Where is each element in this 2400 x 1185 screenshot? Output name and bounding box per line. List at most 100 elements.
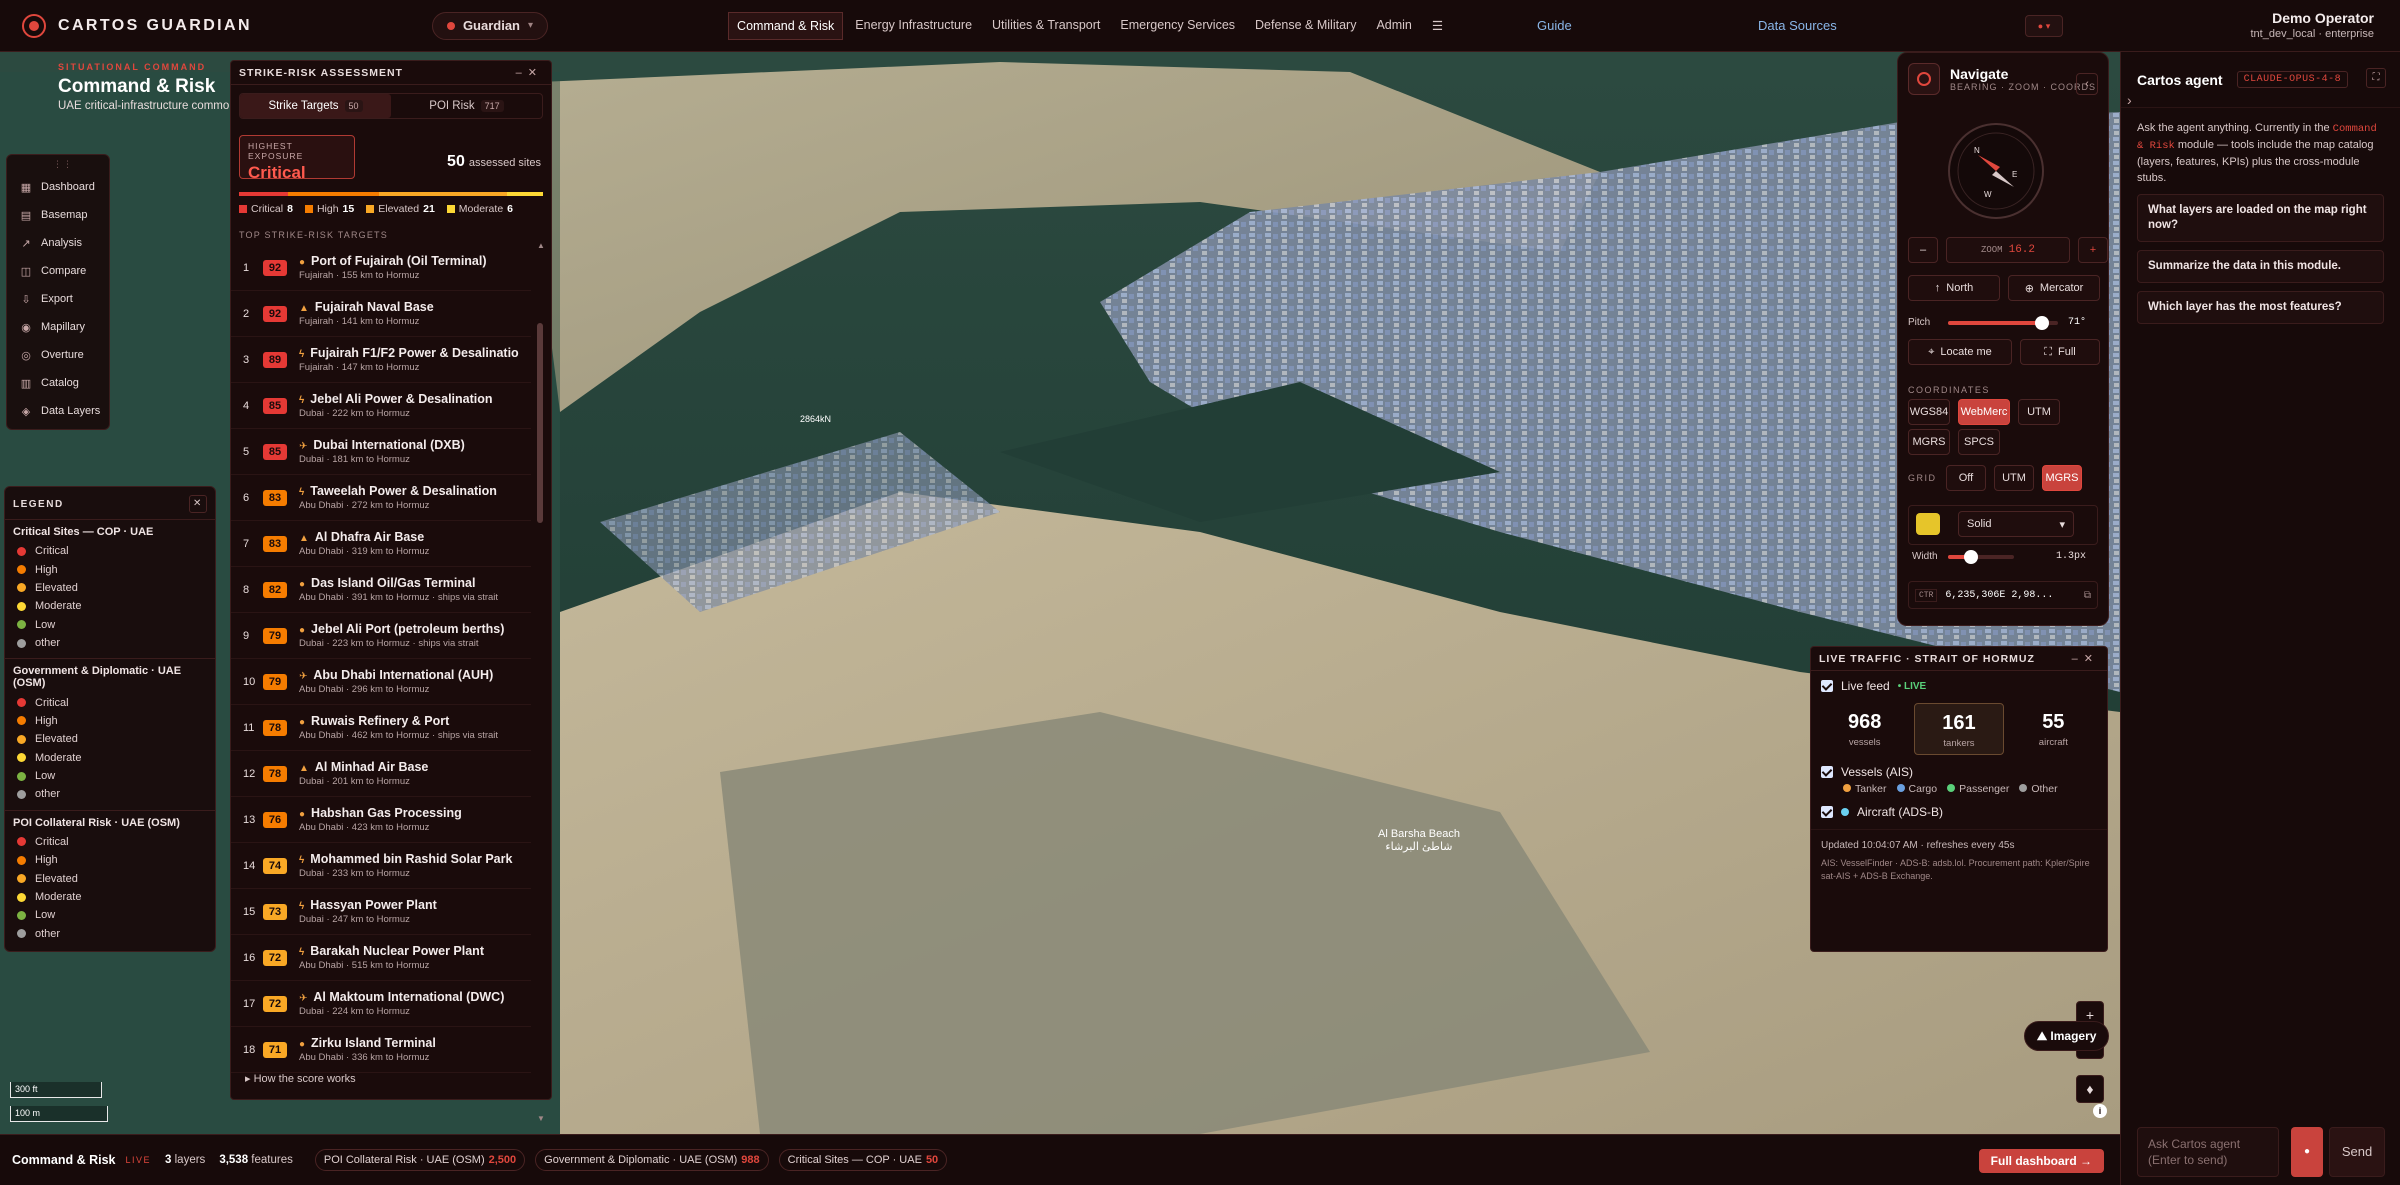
drag-handle-icon[interactable]: ⋮⋮ (53, 159, 73, 170)
full-dashboard-button[interactable]: Full dashboard → (1978, 1149, 2104, 1173)
expand-icon[interactable]: ⛶ (2366, 68, 2386, 88)
zoom-out-button[interactable]: – (1908, 237, 1938, 263)
nav-emergency[interactable]: Emergency Services (1112, 12, 1243, 40)
tool-data-layers[interactable]: ◈ Data Layers (7, 397, 109, 425)
traffic-stat[interactable]: 968 vessels (1821, 703, 1908, 755)
grid-option[interactable]: MGRS (2042, 465, 2082, 491)
target-row[interactable]: 18 71 ● Zirku Island Terminal Abu Dhabi · 33… (231, 1027, 531, 1073)
tab-poi-risk[interactable]: POI Risk 717 (391, 94, 542, 118)
coord-option[interactable]: WebMerc (1958, 399, 2010, 425)
info-icon[interactable]: i (2093, 1104, 2107, 1118)
tool-catalog[interactable]: ▥ Catalog (7, 369, 109, 397)
compass-rose[interactable]: N E W (1948, 123, 2044, 219)
imagery-button[interactable]: ⛰ Imagery (2024, 1021, 2110, 1051)
suggestion-layers[interactable]: What layers are loaded on the map right … (2137, 194, 2384, 242)
target-row[interactable]: 5 85 ✈ Dubai International (DXB) Dubai · 181… (231, 429, 531, 475)
grid-option[interactable]: Off (1946, 465, 1986, 491)
target-row[interactable]: 15 73 ϟ Hassyan Power Plant Dubai · 247 km t… (231, 889, 531, 935)
agent-model[interactable]: CLAUDE-OPUS-4-8 (2236, 71, 2349, 88)
guide-link[interactable]: Guide (1537, 18, 1572, 33)
target-row[interactable]: 1 92 ● Port of Fujairah (Oil Terminal) Fujai… (231, 245, 531, 291)
copy-icon[interactable]: ⧉ (2084, 590, 2091, 601)
scrollbar[interactable]: ▲ ▼ (537, 241, 545, 1123)
coord-option[interactable]: UTM (2018, 399, 2060, 425)
tool-analysis[interactable]: ↗ Analysis (7, 229, 109, 257)
target-row[interactable]: 4 85 ϟ Jebel Ali Power & Desalination Dubai … (231, 383, 531, 429)
mic-icon[interactable]: ● (2291, 1127, 2323, 1177)
close-icon[interactable]: ✕ (528, 67, 543, 79)
layer-chip[interactable]: POI Collateral Risk · UAE (OSM) 2,500 (314, 1149, 526, 1171)
zoom-in-button[interactable]: + (2078, 237, 2108, 263)
flag-selector[interactable]: ● ▾ (2025, 15, 2063, 37)
coord-option[interactable]: WGS84 (1908, 399, 1950, 425)
target-row[interactable]: 8 82 ● Das Island Oil/Gas Terminal Abu Dhabi… (231, 567, 531, 613)
coord-option[interactable]: SPCS (1958, 429, 2000, 455)
tool-compare[interactable]: ◫ Compare (7, 257, 109, 285)
tool-export[interactable]: ⇩ Export (7, 285, 109, 313)
scroll-down-icon[interactable]: ▼ (537, 1114, 545, 1123)
tool-mapillary[interactable]: ◉ Mapillary (7, 313, 109, 341)
nav-utilities[interactable]: Utilities & Transport (984, 12, 1108, 40)
close-icon[interactable]: ✕ (189, 495, 207, 513)
target-row[interactable]: 10 79 ✈ Abu Dhabi International (AUH) Abu Dh… (231, 659, 531, 705)
target-row[interactable]: 2 92 ▲ Fujairah Naval Base Fujairah · 141 km… (231, 291, 531, 337)
coord-option[interactable]: MGRS (1908, 429, 1950, 455)
how-score-works-link[interactable]: ▸ How the score works (245, 1072, 356, 1085)
tab-strike-targets[interactable]: Strike Targets 50 (240, 94, 391, 118)
traffic-stat[interactable]: 161 tankers (1914, 703, 2004, 755)
pitch-slider[interactable] (1948, 316, 2058, 330)
minimize-icon[interactable]: – (516, 67, 528, 79)
nav-admin[interactable]: Admin (1368, 12, 1419, 40)
nav-command-risk[interactable]: Command & Risk (728, 11, 844, 40)
scroll-up-icon[interactable]: ▲ (537, 241, 545, 250)
locate-me-button[interactable]: ⌖ Locate me (1908, 339, 2012, 365)
target-row[interactable]: 7 83 ▲ Al Dhafra Air Base Abu Dhabi · 319 km… (231, 521, 531, 567)
close-icon[interactable]: ✕ (2084, 653, 2099, 665)
target-row[interactable]: 17 72 ✈ Al Maktoum International (DWC) Dubai… (231, 981, 531, 1027)
layer-chip[interactable]: Government & Diplomatic · UAE (OSM) 988 (535, 1149, 769, 1171)
data-sources-link[interactable]: Data Sources (1758, 18, 1837, 33)
target-row[interactable]: 12 78 ▲ Al Minhad Air Base Dubai · 201 km to… (231, 751, 531, 797)
suggestion-summarize[interactable]: Summarize the data in this module. (2137, 250, 2384, 283)
vessels-toggle[interactable]: Vessels (AIS) (1811, 755, 2107, 779)
suggestion-most-features[interactable]: Which layer has the most features? (2137, 291, 2384, 324)
projection-button[interactable]: ⊕ Mercator (2008, 275, 2100, 301)
checkbox-checked-icon[interactable] (1821, 806, 1833, 818)
width-knob[interactable] (1964, 550, 1979, 564)
target-row[interactable]: 11 78 ● Ruwais Refinery & Port Abu Dhabi · 4… (231, 705, 531, 751)
target-row[interactable]: 6 83 ϟ Taweelah Power & Desalination Abu Dha… (231, 475, 531, 521)
fullscreen-button[interactable]: ⛶ Full (2020, 339, 2100, 365)
aircraft-toggle[interactable]: Aircraft (ADS-B) (1811, 795, 2107, 819)
target-row[interactable]: 14 74 ϟ Mohammed bin Rashid Solar Park Dubai… (231, 843, 531, 889)
line-style-select[interactable]: Solid ▾ (1958, 511, 2074, 537)
persona-selector[interactable]: Guardian ▾ (431, 11, 549, 40)
target-row[interactable]: 13 76 ● Habshan Gas Processing Abu Dhabi · 4… (231, 797, 531, 843)
agent-input[interactable]: Ask Cartos agent (Enter to send) (2137, 1127, 2279, 1177)
tool-dashboard[interactable]: ▦ Dashboard (7, 173, 109, 201)
live-feed-toggle[interactable]: Live feed • LIVE (1811, 671, 2107, 693)
send-button[interactable]: Send (2329, 1127, 2385, 1177)
target-row[interactable]: 3 89 ϟ Fujairah F1/F2 Power & Desalinatio Fu… (231, 337, 531, 383)
scrollbar-thumb[interactable] (537, 323, 543, 523)
grid-option[interactable]: UTM (1994, 465, 2034, 491)
checkbox-checked-icon[interactable] (1821, 766, 1833, 778)
north-button[interactable]: ↑ North (1908, 275, 2000, 301)
layer-chip[interactable]: Critical Sites — COP · UAE 50 (778, 1149, 948, 1171)
traffic-stat[interactable]: 55 aircraft (2010, 703, 2097, 755)
pitch-knob[interactable] (2034, 316, 2049, 330)
line-color-swatch[interactable] (1916, 513, 1940, 535)
nav-energy[interactable]: Energy Infrastructure (847, 12, 980, 40)
checkbox-checked-icon[interactable] (1821, 680, 1833, 692)
chevron-right-icon[interactable]: › (2127, 92, 2132, 108)
chevron-left-icon[interactable]: ‹ (2076, 73, 2098, 95)
tool-overture[interactable]: ◎ Overture (7, 341, 109, 369)
target-row[interactable]: 9 79 ● Jebel Ali Port (petroleum berths) Dub… (231, 613, 531, 659)
target-row[interactable]: 16 72 ϟ Barakah Nuclear Power Plant Abu Dhab… (231, 935, 531, 981)
minimize-icon[interactable]: – (2072, 653, 2084, 665)
user-menu[interactable]: Demo Operator tnt_dev_local · enterprise (2250, 10, 2374, 40)
nav-defense[interactable]: Defense & Military (1247, 12, 1364, 40)
width-slider[interactable] (1948, 550, 2014, 564)
tool-basemap[interactable]: ▤ Basemap (7, 201, 109, 229)
map-compass-button[interactable]: ♦ (2076, 1075, 2104, 1103)
brand[interactable]: CARTOS GUARDIAN (22, 13, 252, 38)
